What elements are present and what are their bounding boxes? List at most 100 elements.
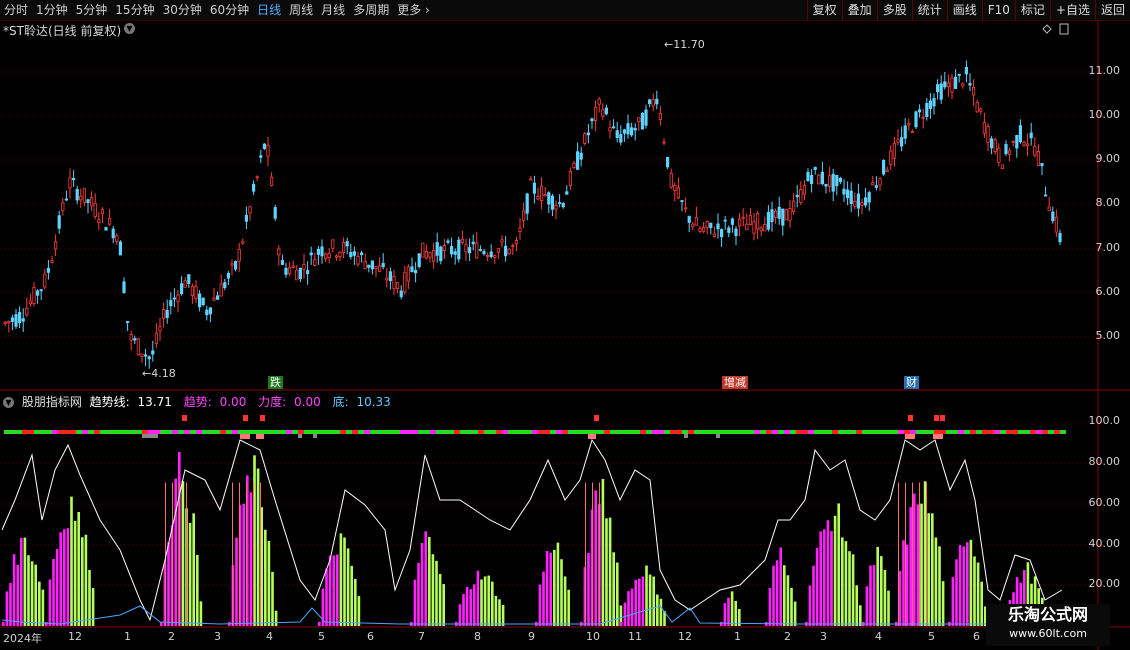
- candle-body: [273, 207, 277, 219]
- signal-strip-segment: [304, 430, 310, 434]
- candle-body: [503, 245, 508, 257]
- histogram-bar: [27, 555, 30, 626]
- signal-strip-segment: [700, 430, 706, 434]
- event-tag[interactable]: 财: [904, 376, 919, 389]
- signal-strip-segment: [376, 430, 382, 434]
- histogram-stripe: [179, 482, 180, 626]
- histogram-bar: [52, 559, 55, 626]
- histogram-bar: [969, 539, 973, 626]
- histogram-bar: [438, 573, 442, 626]
- histogram-bar: [480, 579, 483, 626]
- signal-strip-segment: [964, 430, 970, 434]
- candle-body: [792, 200, 796, 213]
- event-tag[interactable]: 增减: [722, 376, 748, 389]
- candle-body: [748, 214, 753, 226]
- histogram-bar: [587, 552, 590, 626]
- signal-strip-segment: [244, 430, 250, 434]
- candle-body: [1040, 163, 1044, 167]
- chevron-down-icon[interactable]: ▼: [124, 23, 135, 34]
- signal-strip-segment: [862, 430, 868, 434]
- candle-body: [824, 183, 828, 187]
- candle-body: [820, 171, 825, 185]
- histogram-bar: [271, 571, 274, 626]
- time-tick: 10: [586, 630, 600, 643]
- kline-chart[interactable]: [0, 0, 1130, 650]
- histogram-bar: [727, 597, 730, 626]
- candle-body: [359, 252, 364, 256]
- candle-body: [518, 227, 522, 233]
- signal-strip-segment: [40, 430, 46, 434]
- candle-body: [590, 118, 594, 122]
- histogram-bar: [645, 565, 648, 626]
- signal-strip-segment: [580, 430, 586, 434]
- candle-body: [43, 273, 47, 288]
- signal-marker: [684, 434, 688, 438]
- signal-flag: [260, 415, 265, 421]
- price-tick: 7.00: [1095, 241, 1121, 254]
- candle-body: [460, 238, 465, 243]
- candle-body: [954, 76, 958, 89]
- signal-strip-segment: [226, 430, 232, 434]
- candle-body: [25, 307, 29, 316]
- chevron-down-icon[interactable]: ▼: [3, 397, 14, 408]
- signal-strip-segment: [616, 430, 622, 434]
- histogram-bar: [812, 565, 815, 626]
- candle-body: [684, 207, 688, 210]
- signal-strip-segment: [436, 430, 442, 434]
- candle-body: [345, 241, 349, 247]
- histogram-bar: [235, 537, 238, 626]
- signal-strip-segment: [1036, 430, 1042, 434]
- signal-strip-segment: [1030, 430, 1036, 434]
- indicator-tick: 40.00: [1088, 537, 1121, 550]
- signal-strip-segment: [970, 430, 976, 434]
- histogram-bar: [81, 537, 84, 626]
- event-tag[interactable]: 跌: [268, 376, 283, 389]
- candle-body: [266, 144, 270, 157]
- candle-body: [673, 185, 677, 191]
- candle-body: [723, 219, 727, 222]
- signal-strip-segment: [454, 430, 460, 434]
- candle-body: [770, 209, 774, 223]
- signal-strip-segment: [1012, 430, 1018, 434]
- candle-body: [838, 178, 843, 182]
- signal-strip-segment: [538, 430, 544, 434]
- histogram-bar: [567, 589, 570, 626]
- candle-body: [230, 263, 234, 266]
- histogram-bar: [934, 537, 938, 626]
- candle-body: [997, 147, 1001, 163]
- histogram-bar: [973, 556, 976, 626]
- signal-strip-segment: [484, 430, 490, 434]
- signal-strip-segment: [598, 430, 604, 434]
- histogram-bar: [872, 565, 876, 626]
- signal-strip-segment: [772, 430, 778, 434]
- candle-body: [543, 194, 547, 197]
- candle-body: [331, 239, 335, 249]
- candle-body: [262, 143, 267, 149]
- signal-strip-segment: [472, 430, 478, 434]
- candle-body: [32, 286, 36, 304]
- histogram-bar: [267, 540, 271, 626]
- candle-body: [925, 102, 929, 117]
- histogram-stripe: [898, 482, 899, 626]
- signal-strip-segment: [238, 430, 244, 434]
- signal-strip-segment: [52, 430, 58, 434]
- signal-strip-segment: [394, 430, 400, 434]
- signal-marker: [933, 434, 943, 439]
- candle-body: [374, 266, 378, 270]
- histogram-bar: [793, 601, 797, 626]
- candle-body: [309, 252, 313, 256]
- price-tick: 11.00: [1088, 64, 1121, 77]
- candle-body: [698, 228, 702, 232]
- candle-body: [597, 98, 601, 105]
- signal-strip-segment: [100, 430, 106, 434]
- candle-body: [637, 117, 641, 123]
- candle-body: [241, 241, 245, 244]
- histogram-bar: [851, 554, 855, 626]
- candle-body: [680, 200, 684, 202]
- histogram-bar: [909, 507, 912, 626]
- histogram-stripe: [592, 482, 593, 626]
- signal-strip-segment: [886, 430, 892, 434]
- candle-body: [410, 266, 414, 272]
- candle-body: [208, 307, 212, 315]
- signal-strip-segment: [946, 430, 952, 434]
